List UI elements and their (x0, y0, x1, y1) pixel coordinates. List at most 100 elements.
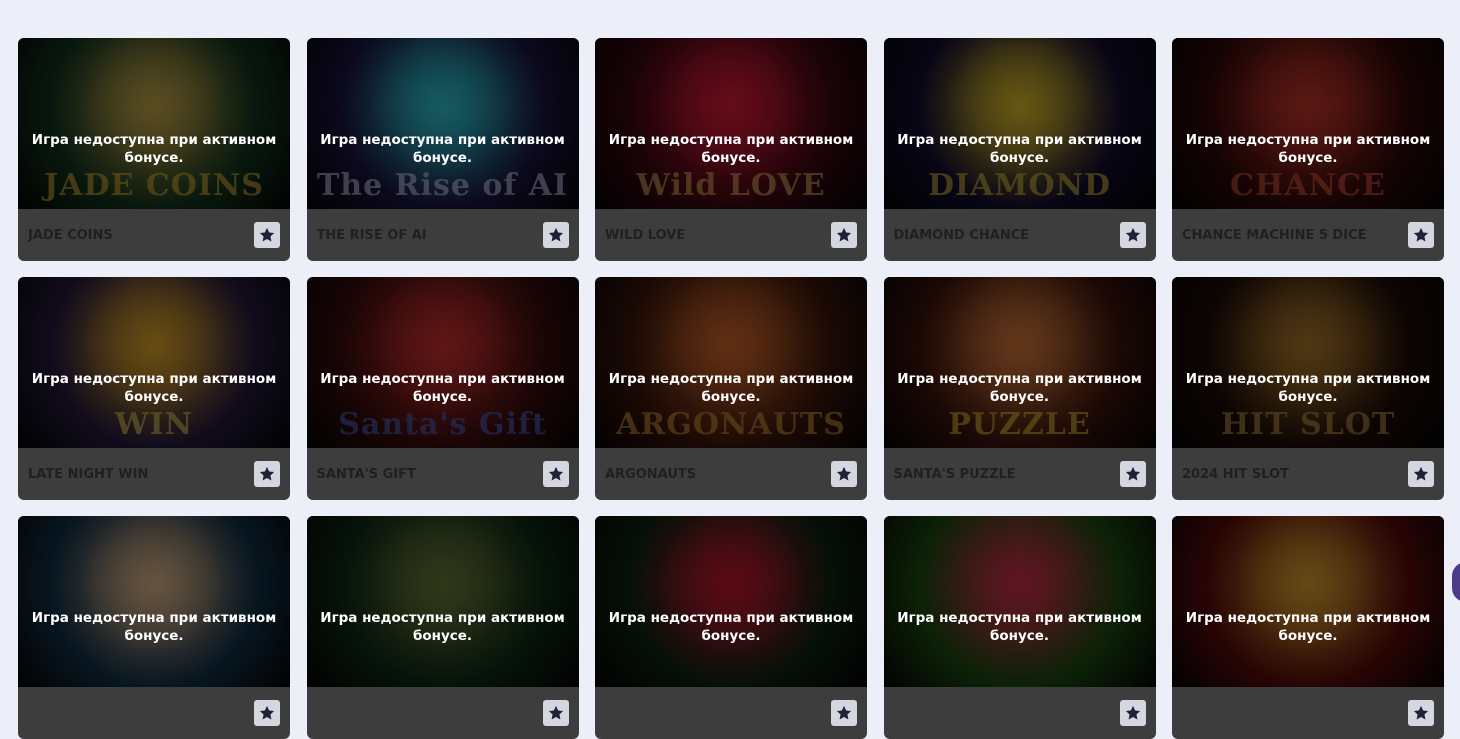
game-card-footer (307, 687, 579, 739)
game-thumbnail[interactable]: Игра недоступна при активном бонусе. (306, 516, 579, 687)
game-card[interactable]: ARGONAUTS Игра недоступна при активном б… (595, 277, 867, 500)
game-title: WILD LOVE (605, 227, 686, 243)
unavailable-overlay (883, 516, 1156, 687)
unavailable-notice: Игра недоступна при активном бонусе. (897, 610, 1142, 644)
unavailable-notice: Игра недоступна при активном бонусе. (1185, 132, 1431, 166)
unavailable-overlay (18, 277, 290, 448)
star-icon (259, 705, 275, 720)
star-icon (836, 466, 852, 481)
game-card[interactable]: Игра недоступна при активном бонусе. (306, 516, 579, 739)
star-icon (1125, 227, 1140, 242)
game-card[interactable]: Игра недоступна при активном бонусе. (595, 516, 867, 739)
unavailable-notice: Игра недоступна при активном бонусе. (31, 610, 277, 644)
favorite-button[interactable] (254, 222, 280, 248)
game-thumbnail[interactable]: HIT SLOT Игра недоступна при активном бо… (1172, 277, 1444, 448)
favorite-button[interactable] (254, 461, 280, 487)
game-card-footer (1172, 687, 1444, 739)
unavailable-overlay (883, 38, 1156, 209)
unavailable-notice: Игра недоступна при активном бонусе. (608, 132, 854, 166)
star-icon (1413, 466, 1429, 481)
unavailable-overlay (1172, 38, 1444, 209)
game-card[interactable]: Игра недоступна при активном бонусе. (18, 516, 290, 739)
game-card-footer (18, 687, 290, 739)
support-widget-button[interactable] (1452, 562, 1460, 602)
game-title: 2024 HIT SLOT (1182, 466, 1289, 482)
unavailable-notice: Игра недоступна при активном бонусе. (897, 132, 1142, 166)
game-card-footer (595, 687, 867, 739)
favorite-button[interactable] (831, 461, 857, 487)
game-thumbnail[interactable]: Santa's Gift Игра недоступна при активно… (306, 277, 579, 448)
game-title: THE RISE OF AI (316, 227, 427, 243)
game-thumbnail[interactable]: CHANCE Игра недоступна при активном бону… (1172, 38, 1444, 209)
star-icon (259, 466, 275, 481)
star-icon (1413, 705, 1429, 720)
unavailable-notice: Игра недоступна при активном бонусе. (1185, 610, 1431, 644)
game-card-footer: 2024 HIT SLOT (1172, 448, 1444, 500)
unavailable-overlay (1172, 277, 1444, 448)
favorite-button[interactable] (1408, 461, 1434, 487)
game-title: SANTA'S GIFT (316, 466, 416, 482)
star-icon (259, 227, 275, 242)
favorite-button[interactable] (542, 222, 569, 248)
favorite-button[interactable] (542, 461, 569, 487)
favorite-button[interactable] (1408, 222, 1434, 248)
game-thumbnail[interactable]: Игра недоступна при активном бонусе. (883, 516, 1156, 687)
game-card[interactable]: JADE COINS Игра недоступна при активном … (18, 38, 290, 261)
star-icon (548, 227, 563, 242)
unavailable-overlay (595, 516, 867, 687)
game-card[interactable]: PUZZLE Игра недоступна при активном бону… (883, 277, 1156, 500)
game-thumbnail[interactable]: WIN Игра недоступна при активном бонусе. (18, 277, 290, 448)
star-icon (548, 705, 563, 720)
game-card[interactable]: CHANCE Игра недоступна при активном бону… (1172, 38, 1444, 261)
unavailable-overlay (18, 516, 290, 687)
games-grid: JADE COINS Игра недоступна при активном … (18, 38, 1444, 739)
unavailable-notice: Игра недоступна при активном бонусе. (608, 610, 854, 644)
game-thumbnail[interactable]: Игра недоступна при активном бонусе. (595, 516, 867, 687)
game-thumbnail[interactable]: PUZZLE Игра недоступна при активном бону… (883, 277, 1156, 448)
favorite-button[interactable] (831, 222, 857, 248)
favorite-button[interactable] (1408, 700, 1434, 726)
star-icon (548, 466, 563, 481)
unavailable-overlay (1172, 516, 1444, 687)
game-card[interactable]: Wild LOVE Игра недоступна при активном б… (595, 38, 867, 261)
unavailable-overlay (306, 38, 579, 209)
favorite-button[interactable] (831, 700, 857, 726)
game-card[interactable]: Игра недоступна при активном бонусе. (1172, 516, 1444, 739)
unavailable-overlay (306, 277, 579, 448)
game-card[interactable]: HIT SLOT Игра недоступна при активном бо… (1172, 277, 1444, 500)
unavailable-notice: Игра недоступна при активном бонусе. (608, 371, 854, 405)
favorite-button[interactable] (1119, 222, 1146, 248)
game-card[interactable]: WIN Игра недоступна при активном бонусе.… (18, 277, 290, 500)
game-thumbnail[interactable]: ARGONAUTS Игра недоступна при активном б… (595, 277, 867, 448)
star-icon (1125, 705, 1140, 720)
game-card[interactable]: DIAMOND Игра недоступна при активном бон… (883, 38, 1156, 261)
game-card-footer: WILD LOVE (595, 209, 867, 261)
game-thumbnail[interactable]: Игра недоступна при активном бонусе. (18, 516, 290, 687)
game-card[interactable]: Santa's Gift Игра недоступна при активно… (306, 277, 579, 500)
unavailable-overlay (883, 277, 1156, 448)
favorite-button[interactable] (254, 700, 280, 726)
game-thumbnail[interactable]: The Rise of AI Игра недоступна при актив… (306, 38, 579, 209)
favorite-button[interactable] (542, 700, 569, 726)
game-thumbnail[interactable]: Wild LOVE Игра недоступна при активном б… (595, 38, 867, 209)
game-card-footer: CHANCE MACHINE 5 DICE (1172, 209, 1444, 261)
game-thumbnail[interactable]: DIAMOND Игра недоступна при активном бон… (883, 38, 1156, 209)
unavailable-overlay (306, 516, 579, 687)
game-title: LATE NIGHT WIN (28, 466, 149, 482)
unavailable-overlay (595, 38, 867, 209)
game-title: ARGONAUTS (605, 466, 697, 482)
favorite-button[interactable] (1119, 700, 1146, 726)
unavailable-overlay (595, 277, 867, 448)
game-card-footer: ARGONAUTS (595, 448, 867, 500)
favorite-button[interactable] (1119, 461, 1146, 487)
game-thumbnail[interactable]: JADE COINS Игра недоступна при активном … (18, 38, 290, 209)
unavailable-notice: Игра недоступна при активном бонусе. (31, 371, 277, 405)
game-thumbnail[interactable]: Игра недоступна при активном бонусе. (1172, 516, 1444, 687)
game-card-footer: THE RISE OF AI (307, 209, 579, 261)
game-card[interactable]: Игра недоступна при активном бонусе. (883, 516, 1156, 739)
game-card-footer: SANTA'S PUZZLE (884, 448, 1156, 500)
unavailable-notice: Игра недоступна при активном бонусе. (1185, 371, 1431, 405)
unavailable-overlay (18, 38, 290, 209)
unavailable-notice: Игра недоступна при активном бонусе. (31, 132, 277, 166)
game-card[interactable]: The Rise of AI Игра недоступна при актив… (306, 38, 579, 261)
